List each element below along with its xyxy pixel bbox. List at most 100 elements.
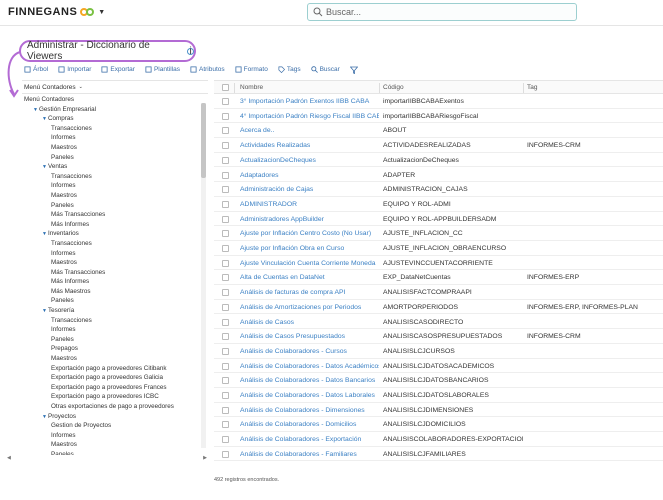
tree-item[interactable]: Exportación pago a proveedores Citibank bbox=[22, 364, 208, 374]
tree-item[interactable]: ▼Proyectos bbox=[22, 412, 208, 422]
global-search[interactable] bbox=[307, 3, 577, 21]
row-name-link[interactable]: Análisis de Colaboradores - Exportación bbox=[240, 436, 379, 443]
scroll-left-icon[interactable]: ◀ bbox=[7, 455, 11, 463]
row-checkbox[interactable] bbox=[222, 156, 229, 164]
tree-item[interactable]: Transacciones bbox=[22, 239, 208, 249]
tree-item[interactable]: Gestion de Proyectos bbox=[22, 421, 208, 431]
toolbar-export-button[interactable]: Exportar bbox=[101, 66, 135, 73]
horizontal-scrollbar[interactable]: ◀ ▶ bbox=[7, 455, 207, 463]
row-name-link[interactable]: Alta de Cuentas en DataNet bbox=[240, 274, 379, 281]
toolbar-import-button[interactable]: Importar bbox=[58, 66, 91, 73]
row-checkbox[interactable] bbox=[222, 245, 229, 252]
tree-item[interactable]: Informes bbox=[22, 325, 208, 335]
row-checkbox[interactable] bbox=[222, 142, 229, 150]
row-name-link[interactable]: Administración de Cajas bbox=[240, 186, 379, 193]
tree-item[interactable]: Maestros bbox=[22, 440, 208, 450]
tree-item[interactable]: Maestros bbox=[22, 354, 208, 364]
scroll-right-icon[interactable]: ▶ bbox=[203, 455, 207, 463]
tree-item[interactable]: Informes bbox=[22, 249, 208, 259]
row-checkbox[interactable] bbox=[222, 421, 229, 429]
row-name-link[interactable]: Análisis de Colaboradores - Datos Bancar… bbox=[240, 377, 379, 384]
row-name-link[interactable]: Ajuste por Inflación Centro Costo (No Us… bbox=[240, 230, 379, 237]
tree-item[interactable]: Más Informes bbox=[22, 277, 208, 287]
row-name-link[interactable]: Análisis de facturas de compra API bbox=[240, 289, 379, 296]
row-checkbox[interactable] bbox=[222, 171, 229, 179]
tree-item[interactable]: Exportación pago a proveedores Frances bbox=[22, 383, 208, 393]
row-checkbox[interactable] bbox=[222, 289, 229, 297]
table-row[interactable]: Análisis de facturas de compra API ANALIS… bbox=[214, 285, 663, 300]
row-checkbox[interactable] bbox=[222, 303, 229, 311]
row-name-link[interactable]: Análisis de Amortizaciones por Periodos bbox=[240, 304, 379, 311]
row-checkbox[interactable] bbox=[222, 186, 229, 194]
row-name-link[interactable]: 3° Importación Padrón Exentos IIBB CABA bbox=[240, 98, 379, 105]
row-name-link[interactable]: Acerca de.. bbox=[240, 127, 379, 134]
tree-item[interactable]: Más Transacciones bbox=[22, 268, 208, 278]
tree-item[interactable]: Transacciones bbox=[22, 172, 208, 182]
row-name-link[interactable]: Adaptadores bbox=[240, 172, 379, 179]
row-checkbox[interactable] bbox=[222, 259, 229, 267]
table-row[interactable]: ADMINISTRADOR EQUIPO Y ROL-ADMI bbox=[214, 197, 663, 212]
scrollbar-thumb[interactable] bbox=[201, 103, 206, 178]
table-row[interactable]: Administración de Cajas ADMINISTRACION_CA… bbox=[214, 182, 663, 197]
table-row[interactable]: Análisis de Colaboradores - Datos Labora… bbox=[214, 388, 663, 403]
toolbar-format-button[interactable]: Formato bbox=[235, 66, 268, 73]
tree-item[interactable]: Transacciones bbox=[22, 124, 208, 134]
table-row[interactable]: Actividades Realizadas ACTIVIDADESREALIZA… bbox=[214, 138, 663, 153]
row-checkbox[interactable] bbox=[222, 362, 229, 370]
tree-item[interactable]: Más Maestros bbox=[22, 287, 208, 297]
table-row[interactable]: Ajuste por Inflación Obra en Curso AJUSTE… bbox=[214, 241, 663, 256]
tree-item[interactable]: ▼Tesorería bbox=[22, 306, 208, 316]
toolbar-tree-button[interactable]: Árbol bbox=[24, 66, 48, 73]
tree-item[interactable]: Informes bbox=[22, 133, 208, 143]
row-checkbox[interactable] bbox=[222, 436, 229, 444]
table-row[interactable]: Análisis de Colaboradores - Domicilios AN… bbox=[214, 417, 663, 433]
tree-item[interactable]: Exportación pago a proveedores ICBC bbox=[22, 392, 208, 402]
tree-item[interactable]: Más Informes bbox=[22, 220, 208, 230]
tree-item[interactable]: ▼Gestión Empresarial bbox=[22, 105, 208, 115]
tree-item[interactable]: ▼Compras bbox=[22, 114, 208, 124]
tree-scrollbar[interactable] bbox=[201, 103, 206, 448]
column-header-tag[interactable]: Tag bbox=[527, 84, 537, 91]
tree-item[interactable]: Maestros bbox=[22, 258, 208, 268]
tree-item[interactable]: Paneles bbox=[22, 153, 208, 163]
row-name-link[interactable]: Análisis de Colaboradores - Datos Labora… bbox=[240, 392, 379, 399]
tree-item[interactable]: ▼Inventarios bbox=[22, 229, 208, 239]
row-checkbox[interactable] bbox=[222, 450, 229, 458]
column-header-name[interactable]: Nombre bbox=[240, 84, 263, 91]
toolbar-templates-button[interactable]: Plantillas bbox=[145, 66, 180, 73]
table-row[interactable]: 4° Importación Padrón Riesgo Fiscal IIBB… bbox=[214, 109, 663, 124]
row-checkbox[interactable] bbox=[222, 377, 229, 385]
table-row[interactable]: Análisis de Colaboradores - Familiares AN… bbox=[214, 447, 663, 462]
tree-item[interactable]: Exportación pago a proveedores Galicia bbox=[22, 373, 208, 383]
toolbar-filter-button[interactable] bbox=[349, 66, 359, 74]
row-checkbox[interactable] bbox=[222, 200, 229, 208]
tree-item[interactable]: Maestros bbox=[22, 143, 208, 153]
row-checkbox[interactable] bbox=[222, 318, 229, 326]
row-name-link[interactable]: Actividades Realizadas bbox=[240, 142, 379, 149]
tree-item[interactable]: ▼Ventas bbox=[22, 162, 208, 172]
row-name-link[interactable]: Ajuste por Inflación Obra en Curso bbox=[240, 245, 379, 252]
row-checkbox[interactable] bbox=[222, 406, 229, 414]
row-checkbox[interactable] bbox=[222, 347, 229, 355]
row-name-link[interactable]: ActualizacionDeCheques bbox=[240, 157, 379, 164]
search-input[interactable] bbox=[326, 7, 566, 17]
table-row[interactable]: Análisis de Colaboradores - Exportación A… bbox=[214, 432, 663, 447]
row-name-link[interactable]: 4° Importación Padrón Riesgo Fiscal IIBB… bbox=[240, 113, 379, 120]
row-checkbox[interactable] bbox=[222, 230, 229, 238]
tree-item[interactable]: Prepagos bbox=[22, 344, 208, 354]
tree-item[interactable]: Más Transacciones bbox=[22, 210, 208, 220]
row-name-link[interactable]: Análisis de Colaboradores - Cursos bbox=[240, 348, 379, 355]
table-row[interactable]: Administradores AppBuilder EQUIPO Y ROL-A… bbox=[214, 212, 663, 227]
table-row[interactable]: Ajuste Vinculación Cuenta Corriente Mone… bbox=[214, 256, 663, 271]
row-checkbox[interactable] bbox=[222, 112, 229, 120]
chevron-down-icon[interactable]: ▼ bbox=[98, 9, 105, 16]
table-row[interactable]: ActualizacionDeCheques ActualizacionDeChe… bbox=[214, 153, 663, 168]
tree-item[interactable]: Maestros bbox=[22, 191, 208, 201]
row-checkbox[interactable] bbox=[222, 392, 229, 399]
row-name-link[interactable]: Análisis de Colaboradores - Domicilios bbox=[240, 421, 379, 428]
toolbar-tag-button[interactable]: Tags bbox=[278, 66, 301, 73]
tree-item[interactable]: Paneles bbox=[22, 335, 208, 345]
table-row[interactable]: 3° Importación Padrón Exentos IIBB CABA i… bbox=[214, 94, 663, 109]
table-row[interactable]: Análisis de Amortizaciones por Periodos A… bbox=[214, 300, 663, 315]
table-row[interactable]: Análisis de Colaboradores - Datos Académ… bbox=[214, 359, 663, 374]
